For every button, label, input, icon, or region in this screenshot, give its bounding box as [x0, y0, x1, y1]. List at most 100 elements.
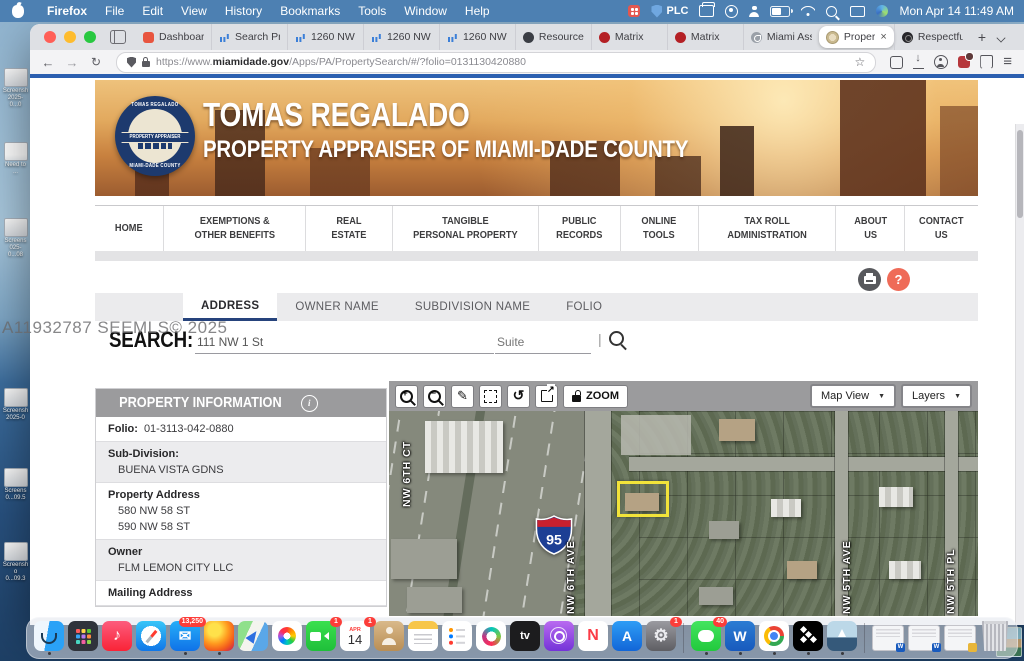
zoom-out-button[interactable] — [423, 385, 446, 408]
dock-launchpad[interactable] — [68, 621, 98, 655]
dock-reminders[interactable] — [442, 621, 472, 655]
hamburger-menu-icon[interactable] — [1003, 53, 1012, 71]
menu-edit[interactable]: Edit — [133, 0, 172, 22]
dock-chrome[interactable] — [759, 621, 789, 655]
menu-history[interactable]: History — [216, 0, 271, 22]
dock-news[interactable]: N — [578, 621, 608, 655]
tab-search-properties[interactable]: Search Properti — [211, 24, 287, 50]
refresh-button[interactable] — [507, 385, 530, 408]
print-button[interactable] — [858, 268, 881, 291]
zoom-in-button[interactable] — [395, 385, 418, 408]
dock-appstore[interactable]: A — [612, 621, 642, 655]
apple-menu-icon[interactable] — [12, 5, 24, 18]
tracking-shield-icon[interactable] — [127, 57, 136, 68]
dock-tidal[interactable] — [793, 621, 823, 655]
pocket-icon[interactable] — [980, 55, 993, 69]
url-text[interactable]: https://www.miamidade.gov/Apps/PA/Proper… — [156, 56, 848, 68]
dock-settings[interactable]: 1 — [646, 621, 676, 655]
dock-maps[interactable] — [238, 621, 268, 655]
tab-dashboard[interactable]: Dashboard - Fo — [136, 24, 211, 50]
extension-icon[interactable] — [958, 56, 970, 68]
zoom-lock-button[interactable]: ZOOM — [563, 385, 628, 408]
search-icon[interactable] — [826, 6, 837, 17]
desktop-file[interactable]: Screensh 2025-0...0 — [2, 68, 29, 109]
dock-firefox[interactable] — [204, 621, 234, 655]
wifi-icon[interactable] — [801, 6, 815, 16]
close-window-button[interactable] — [44, 31, 56, 43]
tab-miami-association[interactable]: Miami Associati — [743, 24, 819, 50]
url-bar[interactable]: https://www.miamidade.gov/Apps/PA/Proper… — [116, 52, 876, 73]
display-icon[interactable] — [850, 6, 865, 17]
menu-bookmarks[interactable]: Bookmarks — [271, 0, 349, 22]
forward-button[interactable] — [62, 52, 82, 72]
zoom-window-button[interactable] — [84, 31, 96, 43]
nav-home[interactable]: HOME — [95, 206, 163, 251]
tab-property-search-active[interactable]: Property Sea× — [819, 26, 894, 48]
highlighted-parcel[interactable] — [617, 481, 669, 517]
nav-exemptions[interactable]: EXEMPTIONS & OTHER BENEFITS — [163, 206, 305, 251]
aerial-map[interactable]: 95 NW 6TH CT NW 6TH AVE NW 5TH AVE NW 5T… — [389, 411, 978, 616]
dock-calendar[interactable]: 1APR14 — [340, 621, 370, 655]
measure-button[interactable] — [451, 385, 474, 408]
tab-owner-name[interactable]: OWNER NAME — [277, 293, 397, 321]
export-button[interactable] — [535, 385, 558, 408]
help-button[interactable]: ? — [887, 268, 910, 291]
tab-matrix-2[interactable]: Matrix — [667, 24, 743, 50]
nav-real-estate[interactable]: REAL ESTATE — [305, 206, 391, 251]
downloads-icon[interactable] — [913, 56, 924, 69]
dock-podcasts[interactable] — [544, 621, 574, 655]
dock-preview[interactable] — [827, 621, 857, 655]
sidebar-toggle-icon[interactable] — [110, 30, 126, 44]
nav-online-tools[interactable]: ONLINE TOOLS — [620, 206, 698, 251]
list-tabs-chevron-icon[interactable] — [994, 30, 1024, 44]
desktop-file[interactable]: Need to ... — [2, 142, 29, 176]
new-tab-button[interactable] — [970, 29, 994, 45]
desktop-file[interactable]: Screens 025-0...08 — [2, 218, 29, 259]
close-tab-icon[interactable]: × — [880, 31, 886, 43]
menubar-clock[interactable]: Mon Apr 14 11:49 AM — [899, 4, 1014, 18]
tab-address[interactable]: ADDRESS — [183, 293, 277, 321]
suite-input[interactable] — [495, 331, 591, 354]
menu-tools[interactable]: Tools — [349, 0, 395, 22]
tab-subdivision-name[interactable]: SUBDIVISION NAME — [397, 293, 548, 321]
globe-icon[interactable] — [876, 5, 888, 17]
tab-1260-nw-29th-3[interactable]: 1260 NW 29th S — [439, 24, 515, 50]
select-extent-button[interactable] — [479, 385, 502, 408]
shield-vpn-icon[interactable] — [651, 5, 662, 18]
dock-contacts[interactable] — [374, 621, 404, 655]
account-icon[interactable] — [934, 55, 948, 69]
desktop-file[interactable]: Screensh 2025-0 — [2, 388, 29, 422]
dock-minimized-window-2[interactable]: W — [908, 621, 940, 655]
nav-contact-us[interactable]: CONTACT US — [904, 206, 978, 251]
desktop-file[interactable]: Screensho 0...09.3 — [2, 542, 29, 583]
nav-public-records[interactable]: PUBLIC RECORDS — [538, 206, 620, 251]
save-shortcut-icon[interactable] — [890, 56, 903, 69]
nav-tangible-personal-property[interactable]: TANGIBLE PERSONAL PROPERTY — [392, 206, 538, 251]
dock-trash[interactable] — [980, 621, 1010, 655]
lock-icon[interactable] — [142, 61, 150, 67]
menu-view[interactable]: View — [172, 0, 216, 22]
tab-matrix-1[interactable]: Matrix — [591, 24, 667, 50]
search-submit-icon[interactable] — [609, 331, 624, 346]
back-button[interactable] — [38, 52, 58, 72]
tab-1260-nw-29th-1[interactable]: 1260 NW 29th S — [287, 24, 363, 50]
nav-tax-roll-administration[interactable]: TAX ROLL ADMINISTRATION — [698, 206, 836, 251]
minimize-window-button[interactable] — [64, 31, 76, 43]
dock-word[interactable]: W — [725, 621, 755, 655]
scrollbar-thumb[interactable] — [1017, 130, 1023, 218]
tab-respectful[interactable]: Respectful con — [894, 24, 970, 50]
tab-1260-nw-29th-2[interactable]: 1260 NW 29th S — [363, 24, 439, 50]
dock-music[interactable] — [102, 621, 132, 655]
map-view-dropdown[interactable]: Map View — [810, 384, 896, 408]
menu-help[interactable]: Help — [456, 0, 499, 22]
dock-messages[interactable]: 40 — [691, 621, 721, 655]
site-banner[interactable]: TOMAS REGALADO PROPERTY APPRAISER MIAMI-… — [95, 80, 978, 196]
nav-about-us[interactable]: ABOUT US — [835, 206, 904, 251]
dock-safari[interactable] — [136, 621, 166, 655]
grid-app-icon[interactable] — [628, 5, 640, 17]
menu-firefox[interactable]: Firefox — [38, 0, 96, 22]
record-icon[interactable] — [725, 5, 738, 18]
dock-minimized-window-1[interactable]: W — [872, 621, 904, 655]
dock-minimized-window-3[interactable] — [944, 621, 976, 655]
desktop-file[interactable]: Screens 0...09.5 — [2, 468, 29, 502]
